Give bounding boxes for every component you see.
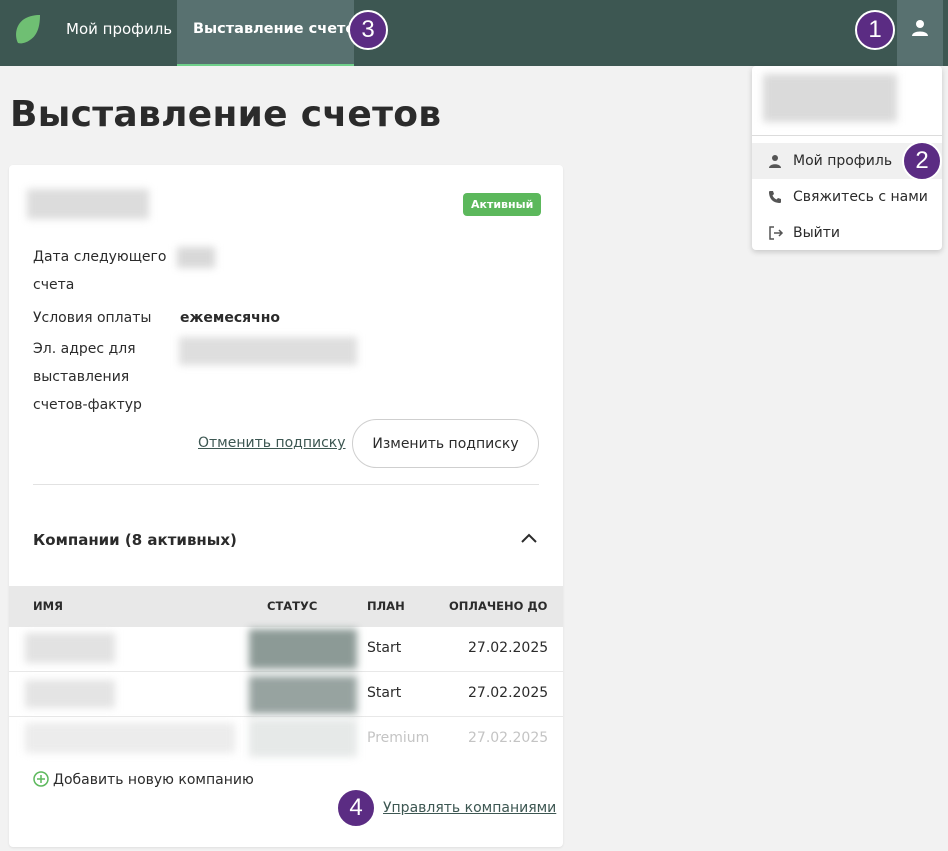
companies-section-title: Компании (8 активных): [33, 531, 237, 549]
table-row[interactable]: Premium 27.02.2025: [9, 717, 563, 762]
plan-cell: Start: [367, 640, 402, 656]
redacted-company-status: [249, 719, 357, 757]
redacted-user-info: [763, 74, 897, 122]
column-header-name: ИМЯ: [33, 599, 63, 613]
dropdown-item-logout[interactable]: Выйти: [752, 215, 942, 251]
step-marker-1: 1: [855, 10, 895, 50]
plan-cell: Start: [367, 685, 402, 701]
section-divider: [33, 484, 539, 485]
logout-icon: [769, 226, 784, 240]
plan-cell: Premium: [367, 730, 430, 746]
nav-tab-billing[interactable]: Выставление счетов: [177, 0, 365, 66]
companies-table-header: ИМЯ СТАТУС ПЛАН ОПЛАЧЕНО ДО: [9, 586, 563, 627]
paid-until-cell: 27.02.2025: [468, 685, 549, 701]
invoice-email-label: Эл. адрес для выставления счетов-фактур: [33, 341, 142, 413]
redacted-invoice-email: [179, 337, 357, 365]
redacted-company-status: [249, 676, 357, 714]
column-header-status: СТАТУС: [267, 599, 318, 613]
paid-until-cell: 27.02.2025: [468, 640, 549, 656]
status-badge: Активный: [463, 193, 542, 216]
table-row[interactable]: Start 27.02.2025: [9, 672, 563, 717]
add-company-link[interactable]: Добавить новую компанию: [33, 771, 254, 788]
paid-until-cell: 27.02.2025: [468, 730, 549, 746]
chevron-up-icon[interactable]: [520, 531, 538, 545]
column-header-paid-until: ОПЛАЧЕНО ДО: [449, 599, 548, 613]
user-icon: [769, 155, 781, 168]
redacted-next-bill-date: [177, 247, 215, 268]
step-marker-2: 2: [902, 141, 942, 181]
leaf-logo-icon[interactable]: [12, 13, 42, 45]
payment-terms-value: ежемесячно: [180, 310, 281, 326]
payment-terms-label: Условия оплаты: [33, 310, 152, 326]
top-navigation-bar: Мой профиль Выставление счетов: [0, 0, 948, 66]
cancel-subscription-link[interactable]: Отменить подписку: [198, 435, 346, 451]
change-subscription-button[interactable]: Изменить подписку: [352, 419, 539, 468]
dropdown-item-label: Выйти: [793, 225, 841, 241]
next-bill-date-label: Дата следующего счета: [33, 249, 167, 293]
phone-icon: [769, 191, 781, 203]
step-marker-4: 4: [336, 788, 376, 828]
redacted-subscription-name: [27, 189, 149, 219]
redacted-company-name: [25, 633, 115, 663]
column-header-plan: ПЛАН: [367, 599, 405, 613]
manage-companies-link[interactable]: Управлять компаниями: [383, 800, 556, 816]
add-company-label: Добавить новую компанию: [53, 772, 254, 788]
dropdown-divider: [752, 135, 942, 136]
redacted-company-status: [249, 629, 357, 669]
user-menu-button[interactable]: [897, 0, 943, 66]
plus-circle-icon: [33, 771, 49, 787]
redacted-company-name: [25, 680, 115, 708]
dropdown-item-label: Мой профиль: [793, 153, 893, 169]
dropdown-item-label: Свяжитесь с нами: [793, 189, 928, 205]
nav-tab-my-profile[interactable]: Мой профиль: [66, 0, 172, 66]
table-row[interactable]: Start 27.02.2025: [9, 627, 563, 672]
step-marker-3: 3: [348, 10, 388, 50]
redacted-company-name: [25, 723, 235, 753]
subscription-card: Активный Дата следующего счета Условия о…: [9, 165, 563, 847]
page-title: Выставление счетов: [10, 94, 442, 135]
user-icon: [912, 20, 928, 36]
dropdown-item-contact-us[interactable]: Свяжитесь с нами: [752, 179, 942, 215]
